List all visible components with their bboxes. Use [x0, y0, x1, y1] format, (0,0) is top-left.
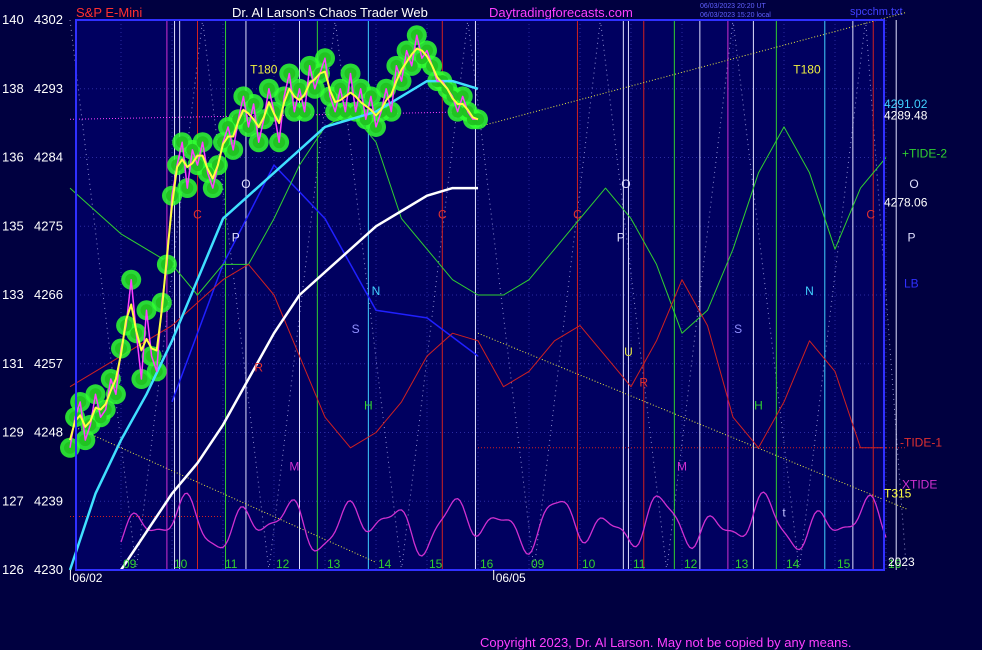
right-label: 4278.06 — [884, 196, 928, 210]
y-tick-price: 4239 — [34, 493, 63, 508]
chart-annotation: C — [438, 208, 447, 222]
chart-annotation: U — [624, 345, 633, 359]
data-filename: spcchm.txt — [850, 6, 903, 18]
chart-annotation: P — [617, 231, 625, 245]
y-tick-osc: 138 — [2, 81, 24, 96]
y-tick-osc: 135 — [2, 218, 24, 233]
y-tick-osc: 129 — [2, 425, 24, 440]
y-tick-osc: 140 — [2, 12, 24, 27]
chart-annotation: O — [241, 177, 250, 191]
chart-annotation: T180 — [250, 62, 278, 76]
chart-annotation: O — [621, 177, 630, 191]
chart-annotation: N — [372, 284, 381, 298]
x-tick-label: 15 — [429, 557, 443, 571]
right-label: 4289.48 — [884, 108, 928, 122]
y-tick-osc: 127 — [2, 493, 24, 508]
chart-annotation: C — [573, 208, 582, 222]
x-tick-label: 15 — [837, 557, 851, 571]
y-tick-price: 4257 — [34, 356, 63, 371]
date-label: 06/02 — [72, 571, 102, 585]
chart-annotation: T180 — [793, 62, 821, 76]
y-tick-price: 4230 — [34, 562, 63, 577]
y-tick-osc: 126 — [2, 562, 24, 577]
y-tick-osc: 136 — [2, 150, 24, 165]
right-label: LB — [904, 277, 919, 291]
y-tick-price: 4293 — [34, 81, 63, 96]
y-tick-osc: 131 — [2, 356, 24, 371]
copyright-notice: Copyright 2023, Dr. Al Larson. May not b… — [480, 635, 851, 650]
x-tick-label: 10 — [582, 557, 596, 571]
chart-annotation: C — [866, 208, 875, 222]
timestamp-local: 06/03/2023 15:20 local — [700, 12, 771, 19]
y-tick-price: 4302 — [34, 12, 63, 27]
x-tick-label: 11 — [225, 557, 238, 571]
x-tick-label: 14 — [786, 557, 800, 571]
right-label: +TIDE-2 — [902, 147, 947, 161]
y-tick-price: 4284 — [34, 150, 63, 165]
chart-annotation: R — [254, 360, 263, 374]
chart-annotation: N — [805, 284, 814, 298]
website-link[interactable]: Daytradingforecasts.com — [489, 5, 633, 20]
instrument-title: S&P E-Mini — [76, 5, 142, 20]
y-tick-price: 4275 — [34, 218, 63, 233]
chart-annotation: M — [289, 460, 299, 474]
year-label: 2023 — [888, 555, 915, 569]
chart-annotation: S — [734, 322, 742, 336]
chart-annotation: P — [232, 231, 240, 245]
y-tick-price: 4248 — [34, 425, 63, 440]
x-tick-label: 14 — [378, 557, 392, 571]
date-label: 06/05 — [496, 571, 526, 585]
y-tick-price: 4266 — [34, 287, 63, 302]
chart-annotation: H — [754, 399, 763, 413]
right-label: -TIDE-1 — [900, 435, 942, 449]
chart-annotation: M — [677, 460, 687, 474]
x-tick-label: 09 — [531, 557, 545, 571]
chaos-chart: S&P E-Mini Dr. Al Larson's Chaos Trader … — [2, 3, 947, 650]
timestamp-ut: 06/03/2023 20:20 UT — [700, 3, 766, 10]
x-tick-label: 12 — [684, 557, 698, 571]
y-tick-osc: 133 — [2, 287, 24, 302]
x-tick-label: 10 — [174, 557, 188, 571]
x-tick-label: 13 — [735, 557, 749, 571]
chart-annotation: O — [909, 177, 918, 191]
page-title: Dr. Al Larson's Chaos Trader Web — [232, 5, 428, 20]
chart-annotation: C — [193, 208, 202, 222]
x-tick-label: 11 — [633, 557, 646, 571]
x-tick-label: 13 — [327, 557, 341, 571]
right-label: T315 — [884, 487, 912, 501]
x-tick-label: 09 — [123, 557, 137, 571]
chart-annotation: R — [639, 376, 648, 390]
chart-annotation: P — [907, 231, 915, 245]
x-tick-label: 12 — [276, 557, 290, 571]
x-tick-label: 16 — [480, 557, 494, 571]
chart-annotation: H — [364, 399, 373, 413]
chart-annotation: S — [352, 322, 360, 336]
